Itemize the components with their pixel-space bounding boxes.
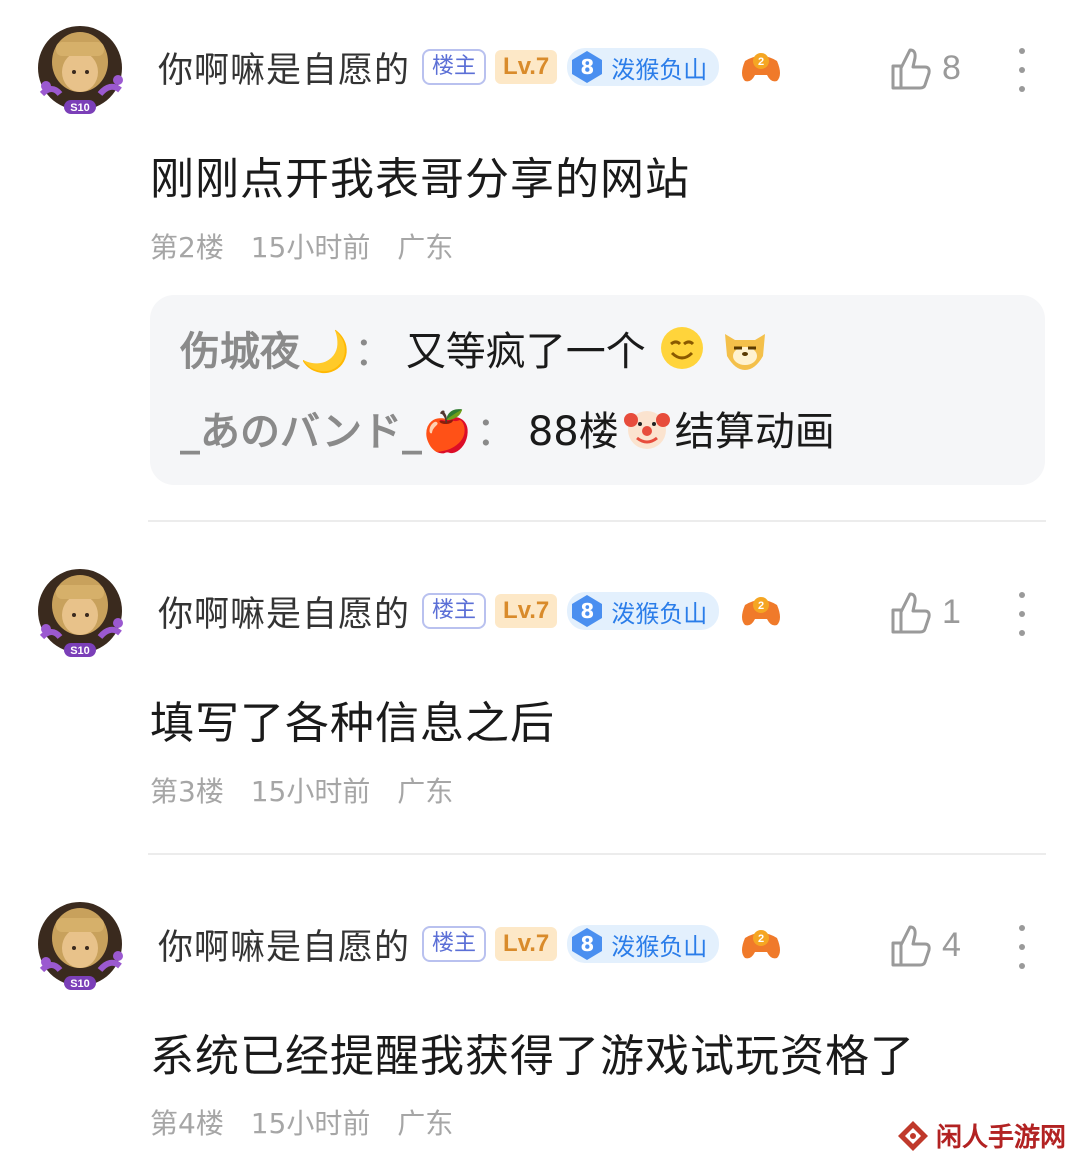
grin-emoji-icon bbox=[660, 327, 703, 369]
floor-number: 第2楼 bbox=[150, 231, 224, 264]
fan-level-icon: 8 bbox=[569, 49, 605, 85]
user-info-row: 你啊嘛是自愿的 楼主 Lv.7 8 泼猴负山 2 bbox=[158, 919, 783, 969]
reply-preview-box[interactable]: 伤城夜🌙 ： 又等疯了一个 _あのバンド_🍎 ： 88楼 结算动画 bbox=[150, 295, 1045, 485]
fan-level: 8 bbox=[580, 55, 595, 79]
svg-text:S10: S10 bbox=[70, 102, 90, 114]
owner-badge: 楼主 bbox=[422, 926, 487, 962]
ip-location: 广东 bbox=[397, 1107, 454, 1140]
divider bbox=[148, 520, 1046, 522]
comment-item: S10 你啊嘛是自愿的 楼主 Lv.7 8 泼猴负山 2 8 刚刚点开我表哥分享… bbox=[0, 0, 1080, 520]
username[interactable]: 你啊嘛是自愿的 bbox=[158, 919, 410, 970]
user-info-row: 你啊嘛是自愿的 楼主 Lv.7 8 泼猴负山 2 bbox=[158, 586, 783, 636]
user-info-row: 你啊嘛是自愿的 楼主 Lv.7 8 泼猴负山 2 bbox=[158, 42, 783, 92]
game-controller-icon: 2 bbox=[742, 53, 781, 82]
reply-text-suffix: 结算动画 bbox=[674, 409, 835, 455]
post-time: 15小时前 bbox=[250, 775, 371, 808]
reply-text: 又等疯了一个 bbox=[405, 329, 646, 375]
fan-level: 8 bbox=[580, 599, 595, 623]
fan-name: 泼猴负山 bbox=[611, 599, 708, 628]
like-button[interactable]: 4 bbox=[890, 923, 961, 967]
fan-name: 泼猴负山 bbox=[611, 932, 708, 961]
svg-text:2: 2 bbox=[758, 933, 764, 945]
fan-badge[interactable]: 8 泼猴负山 bbox=[567, 592, 720, 630]
ip-location: 广东 bbox=[397, 775, 454, 808]
comment-meta: 第4楼 15小时前 广东 bbox=[150, 1102, 471, 1142]
reply-item[interactable]: _あのバンド_🍎 ： 88楼 结算动画 bbox=[180, 399, 835, 457]
svg-text:2: 2 bbox=[758, 600, 764, 612]
more-options-button[interactable] bbox=[1012, 925, 1032, 969]
comment-text: 刚刚点开我表哥分享的网站 bbox=[150, 154, 690, 205]
fan-level: 8 bbox=[580, 932, 595, 956]
comment-text: 系统已经提醒我获得了游戏试玩资格了 bbox=[150, 1031, 915, 1082]
username[interactable]: 你啊嘛是自愿的 bbox=[158, 42, 410, 93]
fan-name: 泼猴负山 bbox=[611, 55, 708, 84]
level-badge: Lv.7 bbox=[495, 594, 558, 628]
like-count: 8 bbox=[942, 48, 961, 87]
comment-item: S10 你啊嘛是自愿的 楼主 Lv.7 8 泼猴负山 2 1 填写了各种信息之后… bbox=[0, 545, 1080, 855]
level-badge: Lv.7 bbox=[495, 50, 558, 84]
more-options-button[interactable] bbox=[1012, 592, 1032, 636]
thumbs-up-icon bbox=[891, 592, 931, 634]
clown-emoji-icon bbox=[623, 411, 670, 449]
svg-text:S10: S10 bbox=[70, 978, 90, 990]
fan-badge[interactable]: 8 泼猴负山 bbox=[567, 925, 720, 963]
reply-text: 88楼 bbox=[527, 409, 619, 455]
comment-meta: 第2楼 15小时前 广东 bbox=[150, 226, 471, 266]
fan-badge[interactable]: 8 泼猴负山 bbox=[567, 48, 720, 86]
owner-badge: 楼主 bbox=[422, 593, 487, 629]
post-time: 15小时前 bbox=[250, 1107, 371, 1140]
like-count: 4 bbox=[942, 925, 961, 964]
watermark-text: 闲人手游网 bbox=[936, 1123, 1067, 1153]
owner-badge: 楼主 bbox=[422, 49, 487, 85]
avatar[interactable]: S10 bbox=[34, 24, 126, 116]
post-time: 15小时前 bbox=[250, 231, 371, 264]
site-watermark: 闲人手游网 bbox=[896, 1117, 1066, 1154]
avatar[interactable]: S10 bbox=[34, 567, 126, 659]
more-options-button[interactable] bbox=[1012, 48, 1032, 92]
username[interactable]: 你啊嘛是自愿的 bbox=[158, 586, 410, 637]
like-button[interactable]: 1 bbox=[890, 590, 961, 634]
game-controller-icon: 2 bbox=[742, 930, 781, 959]
like-count: 1 bbox=[942, 592, 961, 631]
reply-username[interactable]: 伤城夜🌙 bbox=[180, 319, 350, 377]
floor-number: 第3楼 bbox=[150, 775, 224, 808]
reply-item[interactable]: 伤城夜🌙 ： 又等疯了一个 bbox=[180, 319, 774, 377]
thumbs-up-icon bbox=[891, 925, 931, 967]
fan-level-icon: 8 bbox=[569, 926, 605, 962]
floor-number: 第4楼 bbox=[150, 1107, 224, 1140]
comment-text: 填写了各种信息之后 bbox=[150, 698, 555, 749]
fan-level-icon: 8 bbox=[569, 593, 605, 629]
reply-username[interactable]: _あのバンド_🍎 bbox=[180, 399, 472, 457]
divider bbox=[148, 853, 1046, 855]
comment-meta: 第3楼 15小时前 广东 bbox=[150, 770, 471, 810]
game-controller-icon: 2 bbox=[742, 597, 781, 626]
level-badge: Lv.7 bbox=[495, 927, 558, 961]
like-button[interactable]: 8 bbox=[890, 46, 961, 90]
doge-emoji-icon bbox=[724, 334, 765, 370]
thumbs-up-icon bbox=[891, 48, 931, 90]
avatar[interactable]: S10 bbox=[34, 900, 126, 992]
diamond-logo-icon bbox=[898, 1120, 928, 1151]
svg-text:2: 2 bbox=[758, 56, 764, 68]
ip-location: 广东 bbox=[397, 231, 454, 264]
svg-text:S10: S10 bbox=[70, 645, 90, 657]
